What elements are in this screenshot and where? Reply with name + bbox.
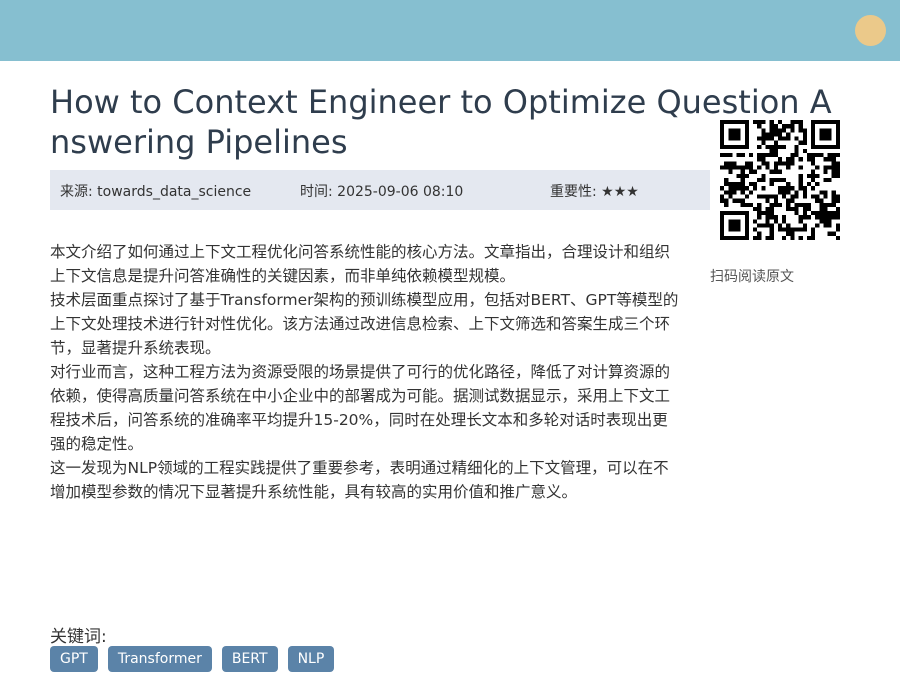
keyword-tag[interactable]: GPT xyxy=(50,646,98,672)
meta-time: 时间: 2025-09-06 08:10 xyxy=(300,184,464,200)
meta-source: 来源: towards_data_science xyxy=(60,184,252,200)
qr-code-image xyxy=(720,120,840,240)
article-paragraph: 对行业而言，这种工程方法为资源受限的场景提供了可行的优化路径，降低了对计算资源的… xyxy=(50,363,671,453)
article-paragraph: 这一发现为NLP领域的工程实践提供了重要参考，表明通过精细化的上下文管理，可以在… xyxy=(50,459,669,501)
header-bar xyxy=(0,0,900,61)
meta-bar: 来源: towards_data_science 时间: 2025-09-06 … xyxy=(50,170,710,210)
article-paragraph: 技术层面重点探讨了基于Transformer架构的预训练模型应用，包括对BERT… xyxy=(50,291,679,357)
keyword-tag[interactable]: Transformer xyxy=(107,646,212,672)
article-paragraph: 本文介绍了如何通过上下文工程优化问答系统性能的核心方法。文章指出，合理设计和组织… xyxy=(50,243,671,285)
keyword-tag[interactable]: BERT xyxy=(221,646,278,672)
article-body: 本文介绍了如何通过上下文工程优化问答系统性能的核心方法。文章指出，合理设计和组织… xyxy=(50,240,680,504)
qr-code[interactable] xyxy=(720,120,840,240)
header-decoration-dot xyxy=(855,15,886,46)
keywords-label: 关键词: xyxy=(50,627,107,647)
qr-caption: 扫码阅读原文 xyxy=(710,269,794,285)
meta-importance: 重要性: ★★★ xyxy=(550,184,639,200)
keyword-tags: GPT Transformer BERT NLP xyxy=(50,646,335,672)
keyword-tag[interactable]: NLP xyxy=(287,646,335,672)
